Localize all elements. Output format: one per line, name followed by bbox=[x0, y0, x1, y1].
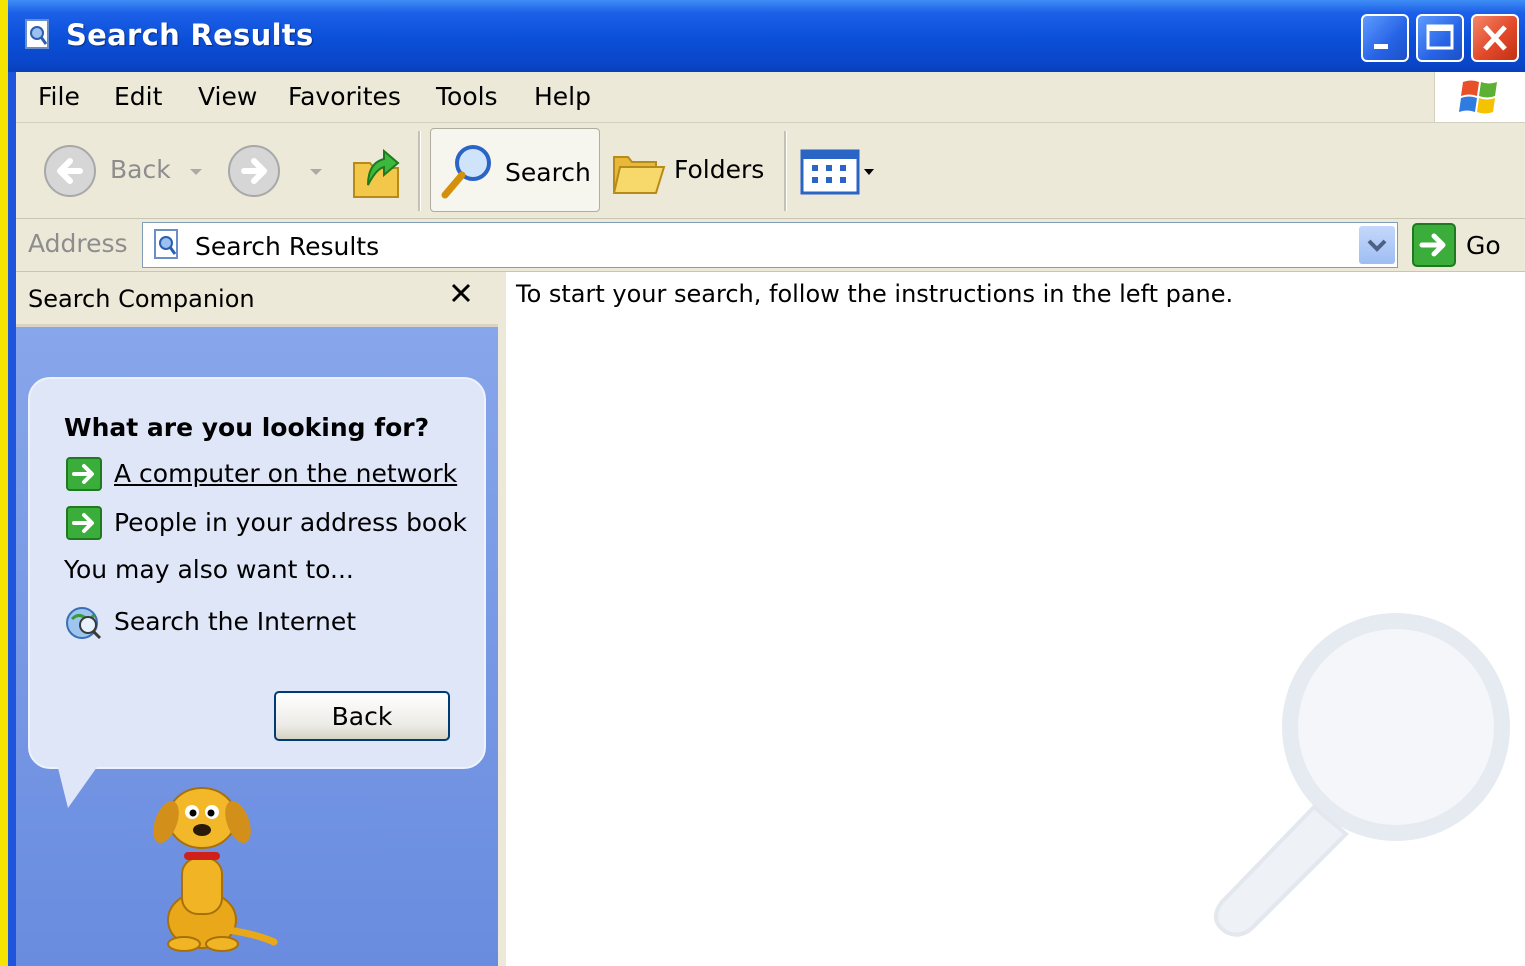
back-dropdown-icon bbox=[190, 169, 202, 175]
title-bar[interactable]: Search Results bbox=[8, 0, 1525, 72]
option-label: A computer on the network bbox=[114, 459, 458, 488]
toolbar-separator bbox=[418, 131, 421, 211]
search-internet-label: Search the Internet bbox=[114, 607, 357, 636]
forward-toolbar-button[interactable] bbox=[226, 141, 330, 201]
toolbar: Back Search Folders bbox=[16, 123, 1525, 219]
search-toolbar-label: Search bbox=[505, 158, 591, 187]
menu-view[interactable]: View bbox=[198, 82, 257, 111]
views-icon bbox=[800, 149, 874, 195]
forward-dropdown-icon bbox=[310, 169, 322, 175]
magnifier-watermark-icon bbox=[1214, 613, 1510, 937]
internet-search-icon bbox=[66, 607, 102, 640]
close-icon[interactable] bbox=[448, 280, 476, 308]
search-toolbar-button[interactable]: Search bbox=[430, 128, 600, 212]
menu-tools[interactable]: Tools bbox=[436, 82, 498, 111]
search-companion-pane: Search Companion What are you looking fo… bbox=[16, 272, 498, 966]
maximize-button[interactable] bbox=[1416, 14, 1464, 62]
search-results-icon bbox=[25, 19, 49, 49]
back-button[interactable]: Back bbox=[274, 691, 450, 741]
chevron-down-icon bbox=[1367, 239, 1387, 252]
back-arrow-icon bbox=[44, 145, 96, 197]
option-computer-on-network[interactable]: A computer on the network bbox=[66, 457, 466, 493]
search-results-page-icon bbox=[154, 229, 178, 259]
option-people-in-address-book[interactable]: People in your address book bbox=[66, 506, 468, 542]
close-icon bbox=[1483, 25, 1507, 51]
maximize-icon bbox=[1426, 24, 1454, 50]
search-internet-option[interactable]: Search the Internet bbox=[64, 603, 464, 643]
address-bar: Address Search Results Go bbox=[16, 219, 1525, 272]
green-arrow-icon bbox=[66, 457, 102, 491]
menu-favorites[interactable]: Favorites bbox=[288, 82, 401, 111]
go-button[interactable]: Go bbox=[1412, 223, 1512, 267]
green-arrow-icon bbox=[66, 506, 102, 540]
minimize-button[interactable] bbox=[1361, 14, 1409, 62]
address-field[interactable]: Search Results bbox=[142, 222, 1398, 268]
instructions-message: To start your search, follow the instruc… bbox=[516, 280, 1234, 308]
close-button[interactable] bbox=[1471, 14, 1519, 62]
speech-bubble-tail bbox=[56, 760, 102, 808]
address-label: Address bbox=[28, 229, 128, 258]
windows-logo-icon bbox=[1459, 80, 1497, 114]
go-arrow-icon bbox=[1412, 223, 1456, 267]
window-title: Search Results bbox=[66, 18, 314, 52]
folders-toolbar-button[interactable]: Folders bbox=[610, 141, 778, 201]
windows-logo-box bbox=[1434, 72, 1525, 122]
pane-divider[interactable] bbox=[498, 272, 506, 966]
back-toolbar-label: Back bbox=[110, 155, 171, 184]
search-companion-title: Search Companion bbox=[28, 285, 255, 313]
address-dropdown-button[interactable] bbox=[1359, 226, 1395, 264]
go-label: Go bbox=[1466, 231, 1501, 260]
menu-edit[interactable]: Edit bbox=[114, 82, 162, 111]
folders-icon bbox=[612, 156, 666, 194]
menu-bar: File Edit View Favorites Tools Help bbox=[16, 72, 1525, 123]
results-pane: To start your search, follow the instruc… bbox=[506, 272, 1525, 966]
views-toolbar-button[interactable] bbox=[800, 147, 884, 197]
search-dog-icon bbox=[153, 787, 278, 952]
folders-toolbar-label: Folders bbox=[674, 155, 765, 184]
forward-arrow-icon bbox=[228, 145, 280, 197]
option-label: People in your address book bbox=[114, 508, 468, 537]
menu-help[interactable]: Help bbox=[534, 82, 591, 111]
address-value: Search Results bbox=[195, 232, 380, 261]
also-want-text: You may also want to... bbox=[64, 555, 354, 584]
explorer-window: Search Results File Edit View Favorites … bbox=[8, 0, 1525, 966]
toolbar-separator bbox=[784, 131, 787, 211]
speech-bubble: What are you looking for? A computer on … bbox=[28, 377, 486, 769]
minimize-icon bbox=[1374, 44, 1388, 49]
search-companion-header: Search Companion bbox=[16, 272, 498, 327]
search-heading: What are you looking for? bbox=[64, 413, 430, 442]
menu-file[interactable]: File bbox=[38, 82, 80, 111]
up-folder-icon[interactable] bbox=[348, 141, 404, 201]
magnifier-icon bbox=[441, 145, 491, 199]
back-toolbar-button[interactable]: Back bbox=[42, 141, 212, 201]
